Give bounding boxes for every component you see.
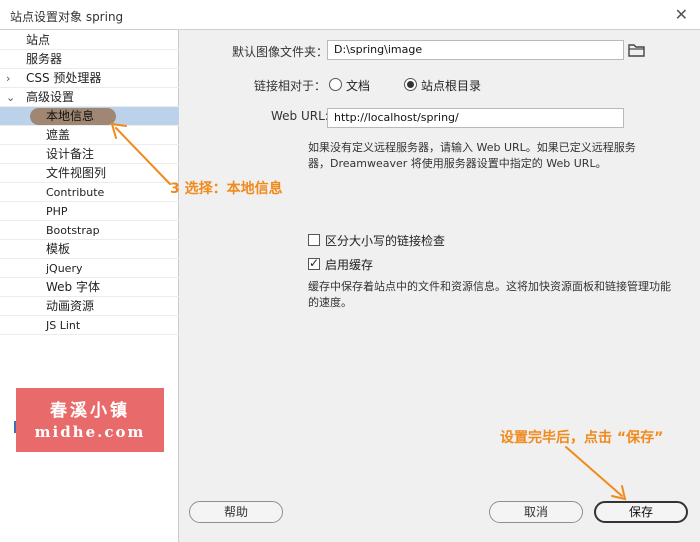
sidebar-item-cloaking[interactable]: 遮盖 [0,126,179,145]
enable-cache-checkbox[interactable] [308,256,320,270]
sidebar-item-advanced[interactable]: ⌄ 高级设置 [0,88,179,107]
sidebar-item-local-info[interactable]: 本地信息 [0,107,179,126]
sidebar-item-label: 遮盖 [46,128,71,142]
sidebar-item-label: 设计备注 [46,147,95,161]
sidebar-item-bootstrap[interactable]: Bootstrap [0,221,179,240]
sidebar-item-site[interactable]: 站点 [0,31,179,50]
cache-note: 缓存中保存着站点中的文件和资源信息。这将加快资源面板和链接管理功能的速度。 [308,280,671,309]
window-title: 站点设置对象 spring [10,10,124,24]
radio-document[interactable] [329,78,342,91]
sidebar-item-label: jQuery [46,262,83,275]
sidebar-item-web-fonts[interactable]: Web 字体 [0,278,179,297]
watermark-line1: 春溪小镇 [50,401,130,421]
sidebar-item-servers[interactable]: 服务器 [0,50,179,69]
folder-icon[interactable] [628,43,646,57]
sidebar-item-label: 本地信息 [46,109,95,123]
web-url-note: 如果没有定义远程服务器，请输入 Web URL。如果已定义远程服务器，Dream… [308,141,636,170]
sidebar-item-label: 站点 [26,33,51,47]
links-relative-label: 链接相对于： [254,79,327,93]
enable-cache-label: 启用缓存 [325,258,374,272]
sidebar-item-label: 文件视图列 [46,166,107,180]
web-url-label: Web URL: [271,109,329,123]
sidebar-item-design-notes[interactable]: 设计备注 [0,145,179,164]
close-icon[interactable]: ✕ [675,5,688,24]
web-url-input[interactable]: http://localhost/spring/ [327,108,624,128]
radio-site-root[interactable] [404,78,417,91]
cancel-button[interactable]: 取消 [489,501,583,523]
sidebar-item-label: Contribute [46,186,105,199]
sidebar-item-animated-assets[interactable]: 动画资源 [0,297,179,316]
annotation-save-hint: 设置完毕后，点击 “保存” [500,430,664,446]
save-arrow-line [565,446,623,497]
help-button[interactable]: 帮助 [189,501,283,523]
chevron-right-icon[interactable]: › [6,69,10,88]
save-button[interactable]: 保存 [594,501,688,523]
sidebar-item-php[interactable]: PHP [0,202,179,221]
sidebar-item-file-view-columns[interactable]: 文件视图列 [0,164,179,183]
sidebar-item-label: JS Lint [46,319,81,332]
title-bar: 站点设置对象 spring ✕ [0,0,700,30]
case-sensitive-label: 区分大小写的链接检查 [325,234,446,248]
save-arrow-head [611,485,627,501]
sidebar-item-label: 模板 [46,242,71,256]
chevron-down-icon[interactable]: ⌄ [6,88,15,107]
sidebar-item-label: 服务器 [26,52,63,66]
radio-site-root-label: 站点根目录 [421,79,482,93]
category-sidebar: 站点 服务器 › CSS 预处理器 ⌄ 高级设置 本地信息 遮盖 设计备注 文件… [0,30,179,542]
sidebar-item-label: 高级设置 [26,90,75,104]
sidebar-item-label: CSS 预处理器 [26,71,102,85]
sidebar-item-label: Bootstrap [46,224,100,237]
sidebar-item-jquery[interactable]: jQuery [0,259,179,278]
radio-document-label: 文档 [346,79,371,93]
sidebar-item-templates[interactable]: 模板 [0,240,179,259]
sidebar-item-js-lint[interactable]: JS Lint [0,316,179,335]
watermark-line2: midhe.com [34,423,146,441]
sidebar-item-label: 动画资源 [46,299,95,313]
default-images-folder-input[interactable]: D:\spring\image [327,40,624,60]
case-sensitive-checkbox[interactable] [308,234,320,246]
sidebar-item-label: Web 字体 [46,280,100,294]
sidebar-item-contribute[interactable]: Contribute [0,183,179,202]
sidebar-item-label: PHP [46,205,68,218]
watermark-logo: 春溪小镇 midhe.com [16,388,164,452]
annotation-step3: 3 选择：本地信息 [170,181,283,197]
default-images-folder-label: 默认图像文件夹： [232,45,329,59]
sidebar-item-css-preprocessors[interactable]: › CSS 预处理器 [0,69,179,88]
